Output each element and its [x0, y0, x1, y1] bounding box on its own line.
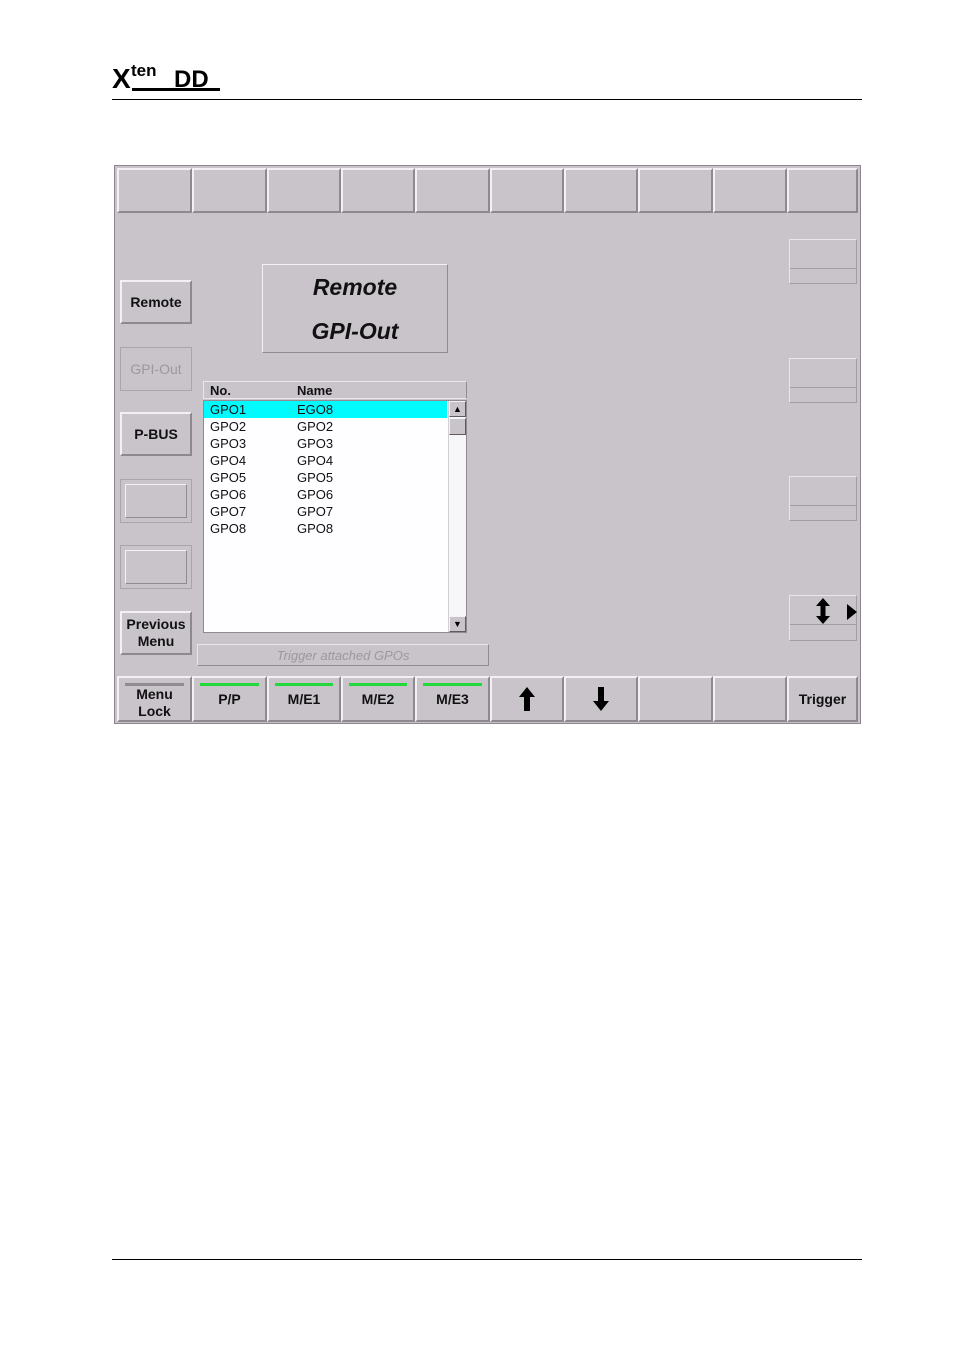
bottom-softkey-8[interactable] [638, 676, 713, 722]
gpo-name: GPO2 [297, 419, 334, 434]
trigger-button[interactable]: Trigger [787, 676, 858, 722]
footer-rule [112, 1259, 862, 1260]
column-header-no: No. [210, 383, 231, 398]
right-field-2[interactable] [789, 358, 857, 403]
scroll-up-icon[interactable]: ▲ [449, 401, 466, 417]
right-field-1-divider [790, 268, 856, 269]
svg-text:ten: ten [131, 62, 157, 80]
top-softkey-9[interactable] [713, 168, 787, 213]
me2-indicator [349, 683, 407, 686]
me2-label: M/E2 [361, 690, 395, 707]
remote-button[interactable]: Remote [120, 280, 192, 324]
gpo-number: GPO5 [210, 470, 247, 485]
list-header: No. Name [203, 381, 467, 399]
top-softkey-8[interactable] [638, 168, 713, 213]
me3-indicator [423, 683, 482, 686]
me2-button[interactable]: M/E2 [341, 676, 415, 722]
right-field-1[interactable] [789, 239, 857, 284]
xten-dd-logo: X ten DD [112, 62, 220, 94]
gpo-number: GPO3 [210, 436, 247, 451]
column-header-name: Name [297, 383, 333, 398]
previous-menu-button-label: Previous Menu [126, 616, 186, 649]
left-blank-button-1-bevel [125, 484, 187, 518]
list-item[interactable]: GPO8 GPO8 [204, 520, 466, 537]
right-arrow-icon[interactable] [847, 604, 857, 620]
gpo-list[interactable]: GPO1 EGO8 GPO2 GPO2 GPO3 GPO3 GPO4 GPO4 … [203, 400, 467, 633]
status-message: Trigger attached GPOs [197, 644, 489, 666]
scroll-down-icon[interactable]: ▼ [449, 616, 466, 632]
list-item[interactable]: GPO6 GPO6 [204, 486, 466, 503]
move-down-button[interactable] [564, 676, 638, 722]
list-item[interactable]: GPO2 GPO2 [204, 418, 466, 435]
list-item[interactable]: GPO5 GPO5 [204, 469, 466, 486]
move-up-button[interactable] [490, 676, 564, 722]
top-softkey-5[interactable] [415, 168, 490, 213]
me1-button[interactable]: M/E1 [267, 676, 341, 722]
left-blank-button-2-bevel [125, 550, 187, 584]
gpi-out-button-label: GPI-Out [130, 360, 182, 377]
page-title: Remote GPI-Out [262, 264, 448, 353]
right-scroll-control[interactable] [789, 595, 857, 641]
list-item[interactable]: GPO7 GPO7 [204, 503, 466, 520]
gpo-number: GPO7 [210, 504, 247, 519]
gpi-out-panel: Remote GPI-Out Remote GPI-Out P-BUS Prev… [114, 165, 861, 724]
gpo-number: GPO1 [210, 402, 247, 417]
up-down-arrow-icon[interactable] [816, 598, 830, 624]
menu-lock-indicator [125, 683, 184, 686]
top-softkey-3[interactable] [267, 168, 341, 213]
gpo-name: GPO3 [297, 436, 334, 451]
list-item[interactable]: GPO1 EGO8 [204, 401, 447, 418]
header-rule [112, 99, 862, 100]
list-item[interactable]: GPO3 GPO3 [204, 435, 466, 452]
list-scrollbar[interactable]: ▲ ▼ [448, 401, 466, 632]
left-blank-button-1[interactable] [120, 479, 192, 523]
menu-lock-button[interactable]: Menu Lock [117, 676, 192, 722]
bottom-softkey-9[interactable] [713, 676, 787, 722]
me1-indicator [275, 683, 333, 686]
pp-indicator [200, 683, 259, 686]
top-softkey-10[interactable] [787, 168, 858, 213]
gpo-number: GPO4 [210, 453, 247, 468]
gpo-name: GPO6 [297, 487, 334, 502]
right-field-3[interactable] [789, 476, 857, 521]
previous-menu-button[interactable]: Previous Menu [120, 611, 192, 655]
trigger-label: Trigger [798, 690, 847, 707]
pp-label: P/P [218, 690, 241, 707]
gpo-name: GPO8 [297, 521, 334, 536]
me3-label: M/E3 [436, 690, 469, 707]
scroll-thumb[interactable] [449, 418, 466, 435]
top-softkey-1[interactable] [117, 168, 192, 213]
right-field-3-divider [790, 505, 856, 506]
left-blank-button-2[interactable] [120, 545, 192, 589]
top-softkey-6[interactable] [490, 168, 564, 213]
me1-label: M/E1 [287, 690, 321, 707]
right-scroll-divider [790, 624, 856, 625]
top-softkey-7[interactable] [564, 168, 638, 213]
p-bus-button[interactable]: P-BUS [120, 412, 192, 456]
arrow-down-icon [593, 687, 609, 711]
me3-button[interactable]: M/E3 [415, 676, 490, 722]
gpo-number: GPO2 [210, 419, 247, 434]
title-line-2: GPI-Out [311, 317, 399, 344]
gpo-name: EGO8 [297, 402, 334, 417]
svg-text:X: X [112, 63, 131, 94]
p-bus-button-label: P-BUS [134, 425, 178, 442]
right-field-2-divider [790, 387, 856, 388]
top-softkey-4[interactable] [341, 168, 415, 213]
remote-button-label: Remote [130, 293, 182, 310]
gpo-number: GPO6 [210, 487, 247, 502]
gpo-name: GPO7 [297, 504, 334, 519]
title-line-1: Remote [312, 273, 398, 300]
gpo-name: GPO4 [297, 453, 334, 468]
arrow-up-icon [519, 687, 535, 711]
top-softkey-2[interactable] [192, 168, 267, 213]
gpo-number: GPO8 [210, 521, 247, 536]
list-item[interactable]: GPO4 GPO4 [204, 452, 466, 469]
gpi-out-button[interactable]: GPI-Out [120, 347, 192, 391]
gpo-name: GPO5 [297, 470, 334, 485]
pp-button[interactable]: P/P [192, 676, 267, 722]
